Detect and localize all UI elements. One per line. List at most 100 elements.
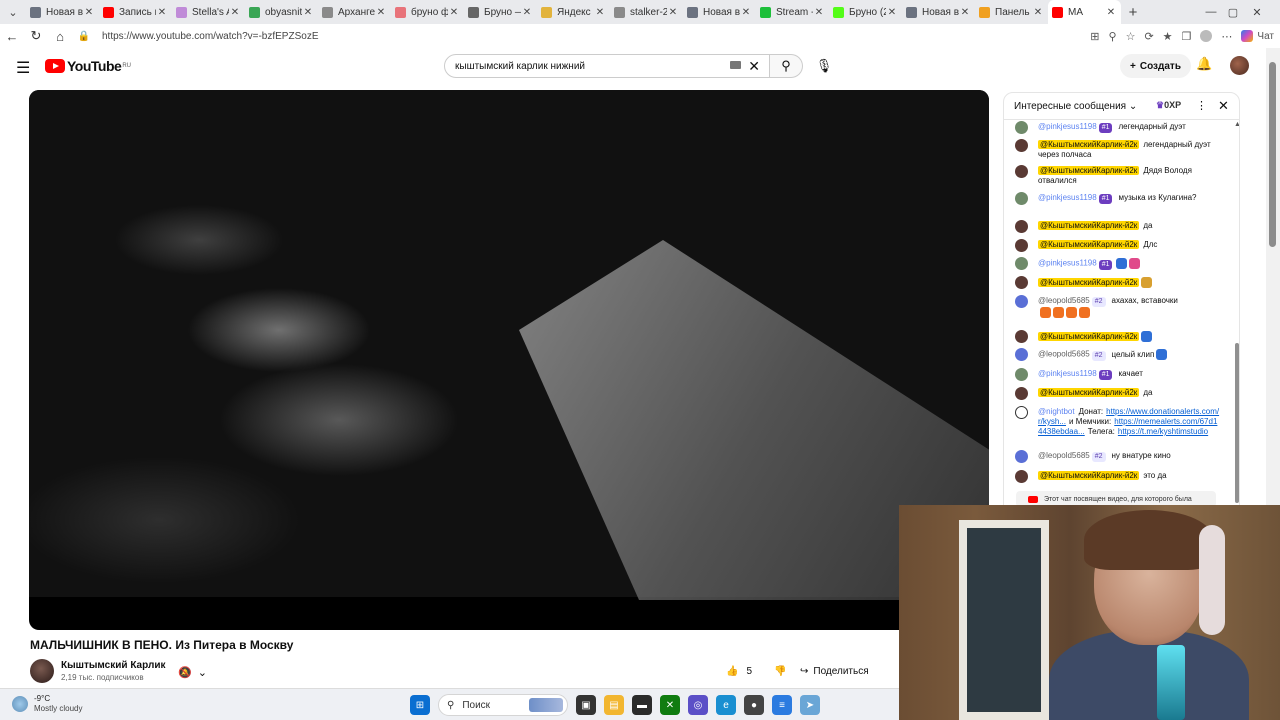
chat-author[interactable]: @leopold5685 — [1038, 451, 1090, 460]
browser-tab[interactable]: Stream - ✕ — [756, 0, 829, 24]
chat-avatar[interactable] — [1015, 450, 1028, 463]
keyboard-icon[interactable] — [730, 61, 741, 69]
browser-tab[interactable]: Панель у✕ — [975, 0, 1048, 24]
chat-author[interactable]: @КыштымскийКарлик-й2к — [1038, 471, 1140, 480]
more-icon[interactable]: ⋯ — [1221, 30, 1232, 43]
task-view-icon[interactable]: ▣ — [576, 695, 596, 715]
chat-author[interactable]: @КыштымскийКарлик-й2к — [1038, 240, 1140, 249]
url-field[interactable]: https://www.youtube.com/watch?v=-bzfEPZS… — [102, 31, 318, 42]
chat-avatar[interactable] — [1015, 368, 1028, 381]
chat-avatar[interactable] — [1015, 470, 1028, 483]
chat-author[interactable]: @КыштымскийКарлик-й2к — [1038, 221, 1140, 230]
telegram-icon[interactable]: ➤ — [800, 695, 820, 715]
game-icon[interactable]: ● — [744, 695, 764, 715]
chat-author[interactable]: @КыштымскийКарлик-й2к — [1038, 166, 1140, 175]
windows-start-icon[interactable]: ⊞ — [410, 695, 430, 715]
notifications-icon[interactable]: 🔔 — [1196, 56, 1212, 72]
chat-avatar[interactable] — [1015, 121, 1028, 134]
chat-avatar[interactable] — [1015, 348, 1028, 361]
browser-tab[interactable]: Запись п ✕ — [99, 0, 172, 24]
close-tab-icon[interactable]: ✕ — [156, 7, 168, 18]
close-tab-icon[interactable]: ✕ — [959, 7, 971, 18]
chat-author[interactable]: @КыштымскийКарлик-й2к — [1038, 277, 1140, 287]
browser-tab[interactable]: МА ✕ — [1048, 0, 1121, 24]
chat-avatar[interactable] — [1015, 406, 1028, 419]
close-tab-icon[interactable]: ✕ — [375, 7, 387, 18]
close-tab-icon[interactable]: ✕ — [886, 7, 898, 18]
app-icon[interactable]: ◎ — [688, 695, 708, 715]
close-tab-icon[interactable]: ✕ — [83, 7, 95, 18]
chat-avatar[interactable] — [1015, 276, 1028, 289]
account-avatar[interactable] — [1230, 56, 1249, 75]
chat-author[interactable]: @leopold5685 — [1038, 296, 1090, 305]
back-icon[interactable]: ← — [0, 24, 24, 48]
site-info-icon[interactable]: 🔒 — [72, 24, 96, 48]
video-player[interactable] — [29, 90, 989, 630]
chat-scrollbar[interactable]: ▲ — [1234, 121, 1239, 503]
chat-avatar[interactable] — [1015, 220, 1028, 233]
page-scroll-thumb[interactable] — [1269, 62, 1276, 247]
clear-search-icon[interactable]: ✕ — [748, 58, 760, 75]
tab-actions-icon[interactable]: ⌄ — [0, 0, 26, 24]
weather-widget[interactable]: -9°C Mostly cloudy — [12, 694, 82, 714]
subscription-bell-button[interactable]: 🔕 ⌄ — [178, 663, 218, 681]
close-tab-icon[interactable]: ✕ — [1105, 7, 1117, 18]
terminal-icon[interactable]: ▬ — [632, 695, 652, 715]
close-tab-icon[interactable]: ✕ — [302, 7, 314, 18]
chat-avatar[interactable] — [1015, 139, 1028, 152]
favorites-icon[interactable]: ★ — [1163, 30, 1173, 43]
browser-tab[interactable]: Новая вк✕ — [902, 0, 975, 24]
browser-tab[interactable]: Бруно (2 ✕ — [829, 0, 902, 24]
chat-author[interactable]: @КыштымскийКарлик-й2к — [1038, 388, 1140, 397]
browser-tab[interactable]: stalker-2 ✕ — [610, 0, 683, 24]
channel-name[interactable]: Кыштымский Карлик — [61, 660, 165, 671]
chat-link[interactable]: https://t.me/kyshtimstudio — [1118, 427, 1208, 436]
close-tab-icon[interactable]: ✕ — [667, 7, 679, 18]
extensions-icon[interactable]: ⟳ — [1144, 30, 1153, 43]
notepad-icon[interactable]: ≡ — [772, 695, 792, 715]
new-tab-button[interactable]: + — [1121, 4, 1145, 21]
chat-author[interactable]: @nightbot — [1038, 407, 1075, 416]
chat-avatar[interactable] — [1015, 165, 1028, 178]
browser-tab[interactable]: Бруно — ✕ — [464, 0, 537, 24]
reload-icon[interactable]: ↻ — [24, 24, 48, 48]
chat-avatar[interactable] — [1015, 239, 1028, 252]
chat-avatar[interactable] — [1015, 257, 1028, 270]
chat-author[interactable]: @КыштымскийКарлик-й2к — [1038, 331, 1140, 341]
browser-tab[interactable]: obyasnit ✕ — [245, 0, 318, 24]
chat-mode-dropdown[interactable]: Интересные сообщения ⌄ — [1014, 101, 1137, 112]
apps-icon[interactable]: ⊞ — [1090, 30, 1099, 43]
chat-scroll-thumb[interactable] — [1235, 343, 1239, 503]
home-icon[interactable]: ⌂ — [48, 24, 72, 48]
browser-tab[interactable]: Яндекс К✕ — [537, 0, 610, 24]
search-button[interactable]: ⚲ — [770, 54, 803, 78]
chat-avatar[interactable] — [1015, 192, 1028, 205]
voice-search-icon[interactable]: 🎙 — [812, 54, 836, 78]
edge-browser-icon[interactable]: e — [716, 695, 736, 715]
close-tab-icon[interactable]: ✕ — [740, 7, 752, 18]
chat-author[interactable]: @КыштымскийКарлик-й2к — [1038, 140, 1140, 149]
file-explorer-icon[interactable]: ▤ — [604, 695, 624, 715]
chat-author[interactable]: @pinkjesus1198 — [1038, 259, 1097, 268]
chat-author[interactable]: @pinkjesus1198 — [1038, 369, 1097, 378]
chat-avatar[interactable] — [1015, 387, 1028, 400]
search-input[interactable]: кыштымский карлик нижний ✕ — [444, 54, 770, 78]
xp-badge[interactable]: ♛0XP — [1156, 100, 1181, 111]
youtube-logo[interactable]: YouTube RU — [45, 58, 131, 74]
browser-tab[interactable]: Stella's A ✕ — [172, 0, 245, 24]
close-tab-icon[interactable]: ✕ — [229, 7, 241, 18]
close-tab-icon[interactable]: ✕ — [813, 7, 825, 18]
share-button[interactable]: ↪ Поделиться — [800, 660, 869, 682]
zoom-icon[interactable]: ⚲ — [1109, 30, 1117, 43]
chat-author[interactable]: @pinkjesus1198 — [1038, 122, 1097, 131]
taskbar-search[interactable]: ⚲ Поиск — [438, 694, 568, 716]
like-button[interactable]: 👍 5 👎 — [726, 660, 786, 682]
chat-avatar[interactable] — [1015, 330, 1028, 343]
xbox-icon[interactable]: ✕ — [660, 695, 680, 715]
close-chat-icon[interactable]: ✕ — [1218, 98, 1229, 114]
close-tab-icon[interactable]: ✕ — [594, 7, 606, 18]
chat-author[interactable]: @leopold5685 — [1038, 350, 1090, 359]
close-window-icon[interactable]: ✕ — [1234, 0, 1280, 24]
browser-tab[interactable]: Новая вк✕ — [26, 0, 99, 24]
menu-icon[interactable]: ☰ — [16, 58, 30, 78]
